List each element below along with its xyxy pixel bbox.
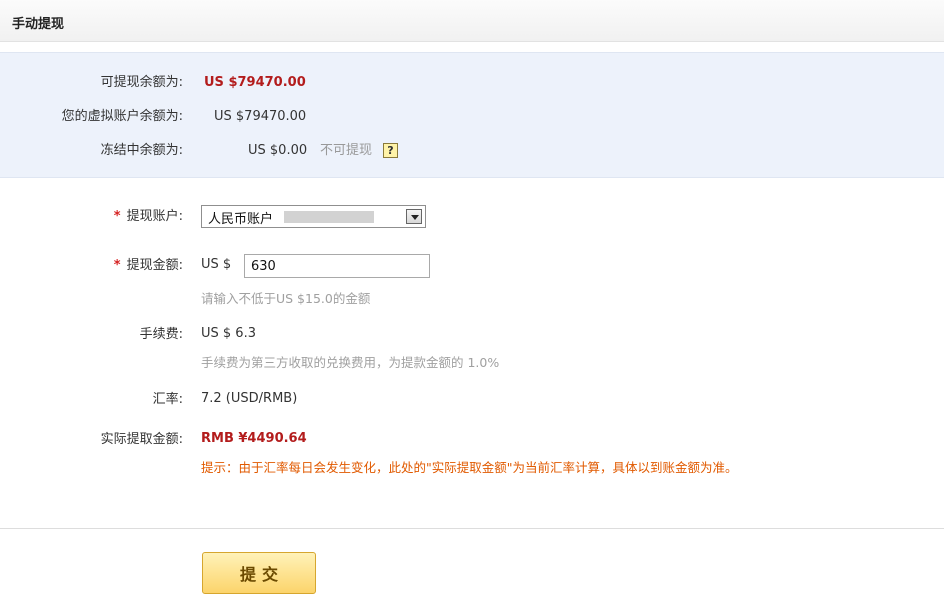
virtual-balance-row: 您的虚拟账户余额为: US $79470.00 — [0, 107, 944, 127]
page-header: 手动提现 — [0, 0, 944, 42]
help-icon[interactable]: ? — [383, 143, 398, 158]
virtual-balance-label: 您的虚拟账户余额为: — [61, 109, 183, 124]
exchange-rate-warning: 提示：由于汇率每日会发生变化，此处的"实际提取金额"为当前汇率计算，具体以到账金… — [201, 460, 738, 475]
fee-value: US $ 6.3 — [201, 326, 256, 341]
withdrawable-balance-row: 可提现余额为: US $79470.00 — [0, 73, 944, 93]
account-label-row: * 提现账户: — [0, 207, 183, 227]
chevron-down-icon[interactable] — [406, 209, 422, 224]
withdrawable-balance-label: 可提现余额为: — [100, 75, 183, 90]
frozen-balance-value: US $0.00 — [248, 143, 308, 158]
required-mark: * — [113, 209, 121, 224]
virtual-balance-value: US $79470.00 — [214, 109, 307, 124]
account-select-value: 人民币账户 — [208, 212, 274, 227]
amount-currency-prefix: US $ — [201, 257, 232, 272]
submit-button[interactable]: 提交 — [202, 552, 316, 594]
balance-panel: 可提现余额为: US $79470.00 您的虚拟账户余额为: US $7947… — [0, 52, 944, 178]
required-mark: * — [113, 258, 121, 273]
fee-label: 手续费: — [139, 327, 183, 342]
rate-label-row: 汇率: — [0, 390, 183, 410]
page-title: 手动提现 — [12, 17, 65, 32]
account-select[interactable]: 人民币账户 — [201, 205, 426, 228]
frozen-balance-row: 冻结中余额为: US $0.00 不可提现 ? — [0, 141, 944, 161]
fee-hint: 手续费为第三方收取的兑换费用，为提款金额的 1.0% — [201, 355, 500, 370]
amount-label-row: * 提现金额: — [0, 256, 183, 276]
frozen-balance-label: 冻结中余额为: — [100, 143, 183, 158]
account-number-mask — [284, 211, 374, 223]
actual-amount-label: 实际提取金额: — [100, 432, 183, 447]
fee-label-row: 手续费: — [0, 325, 183, 345]
divider — [0, 528, 944, 529]
amount-hint: 请输入不低于US $15.0的金额 — [201, 291, 371, 306]
frozen-note: 不可提现 — [320, 143, 373, 158]
withdrawable-balance-value: US $79470.00 — [204, 75, 306, 90]
actual-label-row: 实际提取金额: — [0, 430, 183, 450]
rate-label: 汇率: — [152, 392, 183, 407]
account-label: 提现账户: — [126, 209, 183, 224]
actual-amount-value: RMB ¥4490.64 — [201, 431, 307, 446]
amount-input[interactable] — [244, 254, 430, 278]
amount-label: 提现金额: — [126, 258, 183, 273]
rate-value: 7.2 (USD/RMB) — [201, 391, 298, 406]
